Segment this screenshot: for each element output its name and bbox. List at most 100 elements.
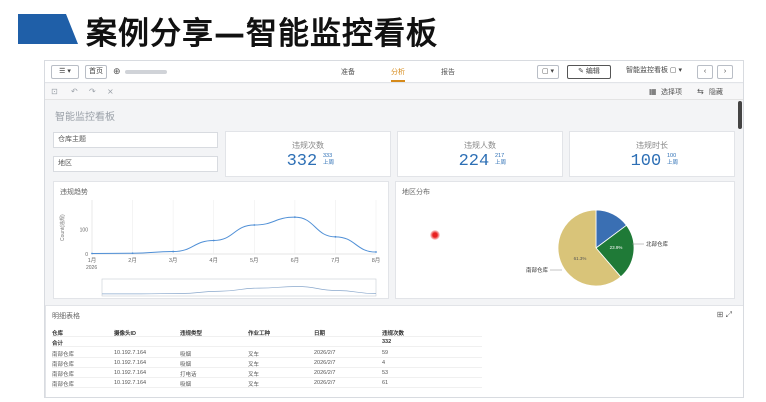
table-cell: 332 (382, 339, 392, 345)
table-cell: 南部仓库 (52, 362, 75, 368)
data-point (91, 252, 93, 255)
table-row[interactable]: 南部仓库 10.192.7.164 吸烟 叉车 2026/2/7 59 (52, 349, 482, 358)
kpi-value: 332 (286, 152, 318, 171)
title-accent-shape (18, 14, 78, 44)
table-cell: 2026/2/7 (314, 370, 336, 376)
kpi-label: 违规人数 (464, 141, 496, 150)
table-cell: 10.192.7.164 (114, 370, 147, 376)
dashboard-title: 智能监控看板 (55, 112, 115, 123)
table-cell: 南部仓库 (52, 352, 75, 358)
table-cell: 2026/2/7 (314, 380, 336, 386)
dashboard-app-window: ☰ ▾ 首页 ⊕ 准备 分析 报告 ▢ ▾ ✎ 编辑 智能监控看板 ▢ ▾ ‹ … (44, 60, 744, 398)
series-line (91, 216, 377, 255)
slide-title: 案例分享—智能监控看板 (86, 16, 438, 52)
table-cell: 59 (382, 350, 389, 356)
hide-icon[interactable]: ⇆ (697, 87, 704, 96)
table-cell: 53 (382, 370, 389, 376)
kpi-violation-count[interactable]: 违规次数 332 333 上周 (225, 131, 391, 177)
tab-analyze[interactable]: 分析 (391, 67, 405, 82)
region-pie-chart[interactable]: 23.9% 61.3% 北部仓库南部仓库 (396, 182, 736, 300)
table-cell: 叉车 (248, 352, 260, 358)
kpi-label: 违规次数 (292, 141, 324, 150)
table-cell: 叉车 (248, 382, 260, 388)
data-point (131, 252, 134, 255)
slice-value-label: 23.9% (610, 245, 623, 250)
trend-panel[interactable]: 违规趋势 1月 2月 3月 4月 5月 6月 7月 8月 2026 0 100 Count(违规) (53, 181, 389, 299)
vertical-scrollbar[interactable] (738, 101, 742, 129)
selections-label[interactable]: 选择项 (661, 87, 682, 97)
kpi-value: 100 (630, 152, 662, 171)
x-sub-label: 2026 (86, 265, 97, 271)
table-cell: 叉车 (248, 362, 260, 368)
sheet-selector[interactable]: 智能监控看板 ▢ ▾ (617, 65, 691, 79)
smart-search-icon[interactable]: ⊡ (51, 87, 58, 96)
trend-line-chart[interactable]: 1月 2月 3月 4月 5月 6月 7月 8月 2026 0 100 Count(违规) (54, 182, 390, 300)
table-row[interactable]: 南部仓库 10.192.7.164 打电话 叉车 2026/2/7 53 (52, 369, 482, 378)
table-cell: 2026/2/7 (314, 360, 336, 366)
step-back-icon[interactable]: ↶ (71, 87, 78, 96)
x-tick-label: 8月 (372, 257, 381, 264)
slice-value-label: 61.3% (574, 256, 587, 261)
warehouse-filter[interactable]: 仓库主题 (53, 132, 218, 148)
step-forward-icon[interactable]: ↷ (89, 87, 96, 96)
top-toolbar: ☰ ▾ 首页 ⊕ 准备 分析 报告 ▢ ▾ ✎ 编辑 智能监控看板 ▢ ▾ ‹ … (45, 61, 743, 83)
x-tick-label: 3月 (169, 257, 178, 264)
tab-report[interactable]: 报告 (441, 67, 455, 77)
kpi-violation-duration[interactable]: 违规时长 100 100 上周 (569, 131, 735, 177)
kpi-violation-people[interactable]: 违规人数 224 217 上周 (397, 131, 563, 177)
data-point (334, 235, 337, 238)
distribution-panel[interactable]: 地区分布 23.9% 61.3% 北部仓库 南部仓库 (395, 181, 735, 299)
table-total-row[interactable]: 合计 332 (52, 338, 482, 347)
kpi-compare: 217 上周 (495, 153, 507, 166)
prev-sheet-button[interactable]: ‹ (697, 65, 713, 79)
table-cell: 违规次数 (382, 331, 405, 337)
edit-button[interactable]: ✎ 编辑 (567, 65, 611, 79)
table-cell: 61 (382, 380, 389, 386)
y-tick-label: 0 (85, 252, 88, 258)
data-point (172, 250, 175, 253)
table-header-row[interactable]: 仓库 摄像头ID 违规类型 作业工种 日期 违规次数 (52, 328, 482, 337)
table-cell: 打电话 (180, 372, 197, 378)
kpi-compare: 333 上周 (323, 153, 335, 166)
table-cell: 4 (382, 360, 386, 366)
next-sheet-button[interactable]: › (717, 65, 733, 79)
tab-prepare[interactable]: 准备 (341, 67, 355, 77)
export-icon[interactable]: ⊞ ⤢ (717, 310, 732, 320)
table-cell: 作业工种 (248, 331, 271, 337)
table-cell: 吸烟 (180, 362, 192, 368)
app-name-placeholder (125, 70, 167, 74)
table-cell: 10.192.7.164 (114, 350, 147, 356)
detail-table-panel: 明细表格 ⊞ ⤢ 仓库 摄像头ID 违规类型 作业工种 日期 违规次数 合计 332 南部仓库 1… (45, 305, 743, 397)
table-row[interactable]: 南部仓库 10.192.7.164 吸烟 叉车 2026/2/7 4 (52, 359, 482, 368)
hide-label[interactable]: 隐藏 (709, 87, 723, 97)
clear-selections-icon[interactable]: ⨯ (107, 87, 114, 96)
table-cell: 南部仓库 (52, 372, 75, 378)
bookmark-button[interactable]: ▢ ▾ (537, 65, 559, 79)
table-cell: 10.192.7.164 (114, 360, 147, 366)
slide-header: 案例分享—智能监控看板 (0, 0, 766, 52)
table-cell: 南部仓库 (52, 382, 75, 388)
table-cell: 日期 (314, 331, 326, 337)
y-tick-label: 100 (80, 227, 89, 233)
kpi-label: 违规时长 (636, 141, 668, 150)
range-navigator (101, 278, 377, 297)
home-button[interactable]: 首页 (85, 65, 107, 79)
table-cell: 吸烟 (180, 382, 192, 388)
table-row[interactable]: 南部仓库 10.192.7.164 吸烟 叉车 2026/2/7 61 (52, 379, 482, 388)
x-tick-label: 2月 (128, 257, 137, 264)
table-cell: 叉车 (248, 372, 260, 378)
x-tick-label: 6月 (291, 257, 300, 264)
menu-button[interactable]: ☰ ▾ (51, 65, 79, 79)
x-tick-label: 1月 (88, 257, 97, 264)
table-cell: 2026/2/7 (314, 350, 336, 356)
slice-label-south: 南部仓库 (526, 266, 549, 274)
y-axis-label: Count(违规) (59, 214, 66, 241)
globe-icon[interactable]: ⊕ (113, 66, 121, 77)
selections-icon[interactable]: ▦ (649, 87, 657, 96)
x-tick-label: 7月 (331, 257, 340, 264)
region-filter[interactable]: 地区 (53, 156, 218, 172)
table-cell: 摄像头ID (114, 331, 137, 337)
x-tick-label: 4月 (209, 257, 218, 264)
table-cell: 违规类型 (180, 331, 203, 337)
data-point (293, 216, 296, 219)
